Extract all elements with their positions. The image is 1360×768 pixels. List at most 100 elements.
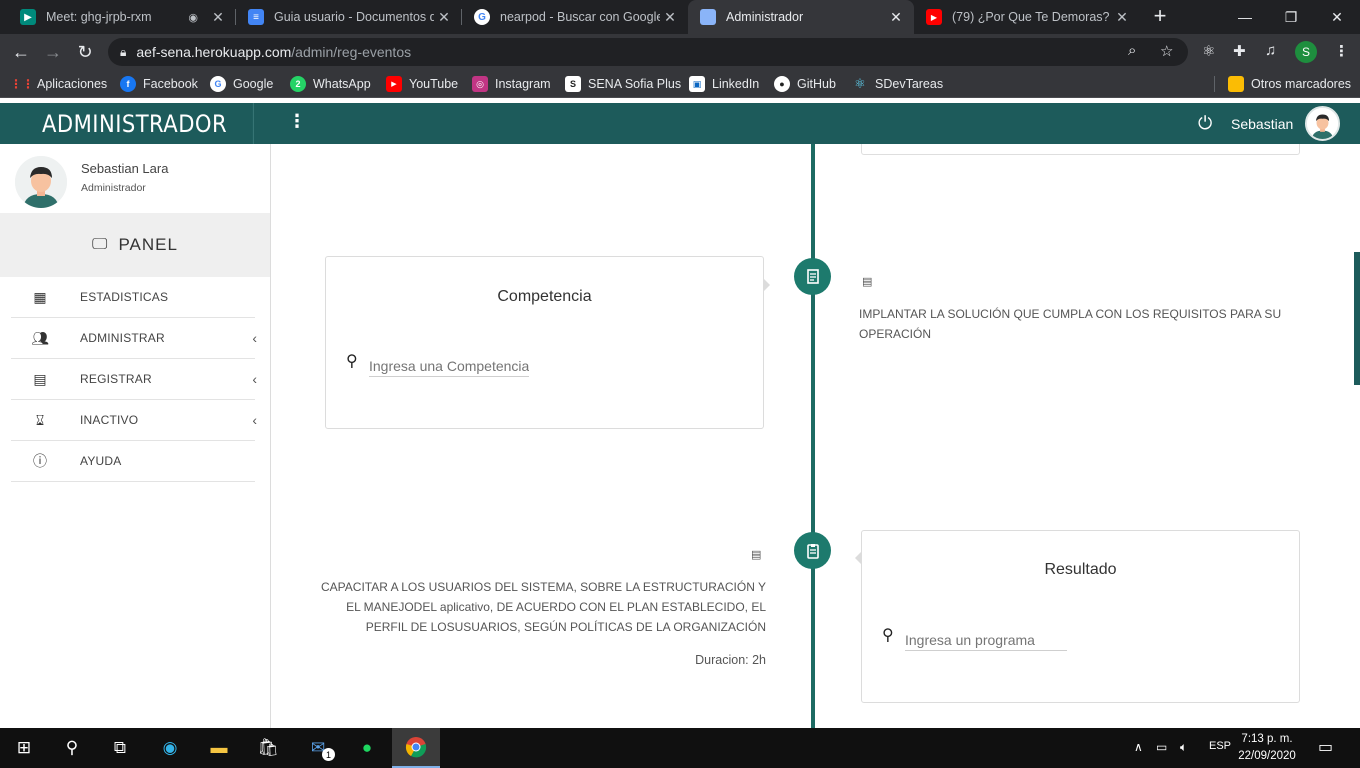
windows-start-icon[interactable]: ⊞	[0, 728, 48, 768]
bookmark-label: Facebook	[143, 77, 198, 91]
close-tab-icon[interactable]: ✕	[886, 9, 906, 26]
tab-title: (79) ¿Por Que Te Demoras? - Y	[952, 10, 1112, 24]
bookmark-youtube[interactable]: ▶ YouTube	[386, 76, 458, 92]
browser-tab[interactable]: ▶ (79) ¿Por Que Te Demoras? - Y ✕	[914, 0, 1140, 34]
close-tab-icon[interactable]: ✕	[1112, 9, 1132, 26]
bookmark-apps[interactable]: ⋮⋮ Aplicaciones	[10, 76, 107, 92]
google-icon: G	[210, 76, 226, 92]
close-tab-icon[interactable]: ✕	[660, 9, 680, 26]
power-icon[interactable]: ⏻	[1198, 113, 1212, 134]
bookmark-label: Otros marcadores	[1251, 77, 1352, 91]
resultado-card: Resultado ⚲	[861, 530, 1300, 703]
notifications-icon[interactable]: ▭	[1318, 737, 1333, 757]
bookmark-sena[interactable]: S SENA Sofia Plus	[565, 76, 681, 92]
close-tab-icon[interactable]: ✕	[208, 9, 228, 26]
bookmark-other[interactable]: Otros marcadores	[1228, 76, 1351, 92]
system-clock[interactable]: 7:13 p. m. 22/09/2020	[1236, 731, 1298, 765]
bookmark-star-icon[interactable]: ☆	[1160, 42, 1173, 60]
browser-tab[interactable]: ▶ Meet: ghg-jrpb-rxm ◉ ✕	[8, 0, 236, 34]
chevron-up-icon[interactable]: ∧	[1134, 740, 1143, 754]
close-tab-icon[interactable]: ✕	[434, 9, 454, 26]
browser-menu-icon[interactable]: ⋮	[1334, 42, 1349, 60]
spotify-icon[interactable]: ●	[343, 728, 391, 768]
sidebar-item-label: INACTIVO	[80, 413, 139, 427]
bookmarks-bar: ⋮⋮ Aplicaciones f Facebook G Google 2 Wh…	[0, 70, 1360, 98]
hourglass-icon: ⌛︎	[35, 411, 45, 428]
sidebar-item-ayuda[interactable]: ⓘ AYUDA	[11, 441, 255, 482]
panel-label: PANEL	[118, 235, 178, 254]
browser-tab[interactable]: G nearpod - Buscar con Google ✕	[462, 0, 688, 34]
app-brand[interactable]: ADMINISTRADOR	[16, 103, 254, 144]
description-line: PERFIL DE LOSUSUARIOS, SEGÚN POLÍTICAS D…	[365, 620, 766, 634]
browser-tab-active[interactable]: Administrador ✕	[688, 0, 914, 34]
page-scrollbar[interactable]	[1354, 252, 1360, 385]
app-header: ADMINISTRADOR ⋮ ⏻ Sebastian	[0, 103, 1360, 144]
header-username[interactable]: Sebastian	[1231, 116, 1293, 132]
media-control-icon[interactable]: ♫	[1265, 42, 1276, 59]
bookmark-label: YouTube	[409, 77, 459, 91]
address-bar[interactable]: 🔒︎ aef-sena.herokuapp.com /admin/reg-eve…	[108, 38, 1188, 66]
mail-icon[interactable]: ✉ 1	[294, 728, 342, 768]
bookmark-whatsapp[interactable]: 2 WhatsApp	[290, 76, 371, 92]
file-explorer-icon[interactable]: ▬	[195, 728, 243, 768]
sidebar-item-administrar[interactable]: 👥︎ ADMINISTRAR ‹	[11, 318, 257, 359]
user-name: Sebastian Lara	[81, 161, 169, 176]
store-icon[interactable]: 🛍︎	[244, 728, 292, 768]
clipboard-glyph	[806, 543, 819, 559]
edge-icon[interactable]: ◉	[146, 728, 194, 768]
browser-tab-bar: ▶ Meet: ghg-jrpb-rxm ◉ ✕ ≡ Guia usuario …	[0, 0, 1360, 34]
bookmark-label: WhatsApp	[313, 77, 371, 91]
chrome-icon[interactable]	[392, 728, 440, 768]
extensions-icon[interactable]: ✚	[1233, 42, 1246, 60]
sidebar-item-registrar[interactable]: ▤ REGISTRAR ‹	[11, 359, 257, 400]
youtube-icon: ▶	[386, 76, 402, 92]
docs-icon: ≡	[248, 9, 264, 25]
users-cog-icon: 👥︎	[31, 329, 49, 346]
sidebar-item-estadisticas[interactable]: ▦ ESTADISTICAS	[11, 277, 255, 318]
restore-button[interactable]: ❐	[1268, 0, 1314, 34]
avatar[interactable]	[1305, 106, 1340, 141]
new-tab-button[interactable]: +	[1148, 3, 1172, 29]
resultado-input[interactable]	[905, 629, 1067, 651]
search-icon[interactable]: ⌕	[1128, 42, 1136, 59]
volume-icon[interactable]: 🔈︎	[1180, 740, 1187, 755]
bookmark-label: Instagram	[495, 77, 551, 91]
profile-avatar[interactable]: S	[1295, 41, 1317, 63]
browser-toolbar: ← → ↻ 🔒︎ aef-sena.herokuapp.com /admin/r…	[0, 34, 1360, 70]
previous-card	[861, 144, 1300, 155]
sidebar-item-label: REGISTRAR	[80, 372, 152, 386]
search-icon: ⚲	[346, 353, 358, 370]
google-icon: G	[474, 9, 490, 25]
reload-button[interactable]: ↻	[72, 39, 98, 65]
meet-icon: ▶	[20, 9, 36, 25]
minimize-button[interactable]: —	[1222, 0, 1268, 34]
chevron-left-icon: ‹	[252, 412, 257, 428]
close-window-button[interactable]: ✕	[1314, 0, 1360, 34]
mail-badge: 1	[322, 748, 335, 761]
react-devtools-icon[interactable]: ⚛	[1202, 42, 1215, 60]
tab-title: Meet: ghg-jrpb-rxm	[46, 10, 152, 24]
competencia-input[interactable]	[369, 355, 529, 377]
bookmark-label: GitHub	[797, 77, 836, 91]
bookmark-sdevtareas[interactable]: ⚛ SDevTareas	[852, 76, 943, 92]
language-indicator[interactable]: ESP	[1209, 740, 1231, 752]
browser-tab[interactable]: ≡ Guia usuario - Documentos de ✕	[236, 0, 462, 34]
bookmark-google[interactable]: G Google	[210, 76, 273, 92]
user-card: Sebastian Lara Administrador	[0, 144, 270, 213]
forward-button[interactable]: →	[40, 39, 66, 65]
network-icon[interactable]: ▭	[1156, 740, 1167, 754]
competencia-title: Competencia	[497, 288, 592, 305]
back-button[interactable]: ←	[8, 39, 34, 65]
search-icon[interactable]: ⚲	[48, 728, 96, 768]
info-icon: ⓘ	[33, 453, 47, 469]
panel-heading[interactable]: 🖵︎ PANEL	[0, 213, 270, 277]
bookmark-facebook[interactable]: f Facebook	[120, 76, 198, 92]
bookmark-label: Google	[233, 77, 274, 91]
more-vert-icon[interactable]: ⋮	[288, 111, 306, 135]
bookmark-linkedin[interactable]: ▣ LinkedIn	[689, 76, 759, 92]
task-view-icon[interactable]: ⧉	[96, 728, 144, 768]
sidebar-item-inactivo[interactable]: ⌛︎ INACTIVO ‹	[11, 400, 257, 441]
bookmark-github[interactable]: ● GitHub	[774, 76, 836, 92]
folder-icon	[1228, 76, 1244, 92]
bookmark-instagram[interactable]: ◎ Instagram	[472, 76, 551, 92]
